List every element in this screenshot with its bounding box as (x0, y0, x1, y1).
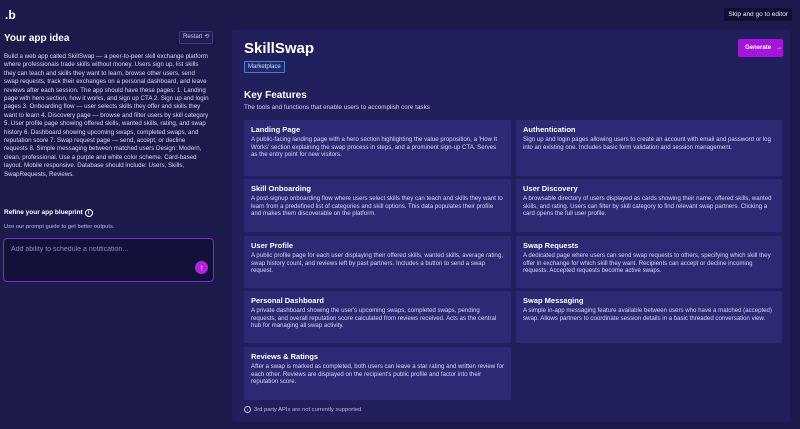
top-bar: .b Skip and go to editor (0, 0, 800, 30)
app-idea-panel: Your app idea Restart ⟲ Build a web app c… (0, 30, 220, 429)
category-badge: Marketplace (244, 61, 285, 73)
feature-title: Reviews & Ratings (251, 352, 319, 361)
feature-card: Skill Onboarding A post-signup onboardin… (244, 179, 511, 232)
feature-card: Reviews & Ratings After a swap is marked… (244, 347, 511, 400)
feature-card: Swap Requests A dedicated page where use… (516, 236, 782, 288)
info-icon: i (244, 406, 251, 413)
feature-card: User Profile A public profile page for e… (244, 236, 511, 288)
feature-title: Swap Messaging (523, 296, 584, 305)
feature-title: Skill Onboarding (251, 184, 312, 193)
feature-card: User Discovery A browsable directory of … (516, 179, 782, 232)
arrow-right-icon: → (776, 45, 783, 51)
info-icon: i (84, 209, 93, 217)
app-idea-title: Your app idea (4, 33, 70, 44)
app-idea-prompt: Build a web app called SkillSwap — a pee… (4, 53, 209, 178)
feature-description: After a swap is marked as completed, bot… (251, 363, 505, 386)
refine-input-box: ↑ (3, 238, 214, 282)
feature-card: Personal Dashboard A private dashboard s… (244, 291, 511, 343)
refine-input[interactable] (9, 245, 193, 254)
feature-title: Landing Page (251, 125, 301, 134)
footnote-text: 3rd party APIs are not currently support… (254, 407, 362, 413)
key-features-subtitle: The tools and functions that enable user… (244, 104, 430, 111)
feature-title: Authentication (523, 125, 576, 134)
feature-description: A simple in-app messaging feature availa… (523, 307, 772, 322)
refine-blueprint-label: Refine your app blueprint i (4, 209, 93, 217)
prompt-guide-hint: Use our prompt guide to get better outpu… (4, 224, 115, 230)
send-button[interactable]: ↑ (195, 261, 208, 274)
feature-description: A public-facing landing page with a hero… (251, 136, 498, 159)
feature-card: Authentication Sign up and login pages a… (516, 120, 782, 176)
feature-title: User Discovery (523, 184, 578, 193)
app-logo: .b (5, 8, 16, 22)
feature-description: A browsable directory of users displayed… (523, 195, 772, 218)
key-features-title: Key Features (244, 90, 307, 101)
refine-label-text: Refine your app blueprint (4, 209, 83, 216)
restart-label: Restart (183, 34, 203, 40)
restart-icon: ⟲ (204, 34, 210, 40)
generate-label: Generate (745, 45, 772, 51)
feature-description: A private dashboard showing the user's u… (251, 307, 497, 330)
blueprint-panel: SkillSwap Marketplace Generate → Key Feat… (232, 30, 790, 422)
restart-button[interactable]: Restart ⟲ (179, 31, 214, 44)
arrow-up-icon: ↑ (199, 263, 204, 272)
generate-button[interactable]: Generate → (738, 39, 783, 57)
feature-card: Swap Messaging A simple in-app messaging… (516, 291, 782, 343)
skip-to-editor-button[interactable]: Skip and go to editor (724, 8, 792, 21)
feature-title: Personal Dashboard (251, 296, 324, 305)
feature-title: User Profile (251, 241, 294, 250)
feature-description: Sign up and login pages allowing users t… (523, 136, 771, 151)
feature-card: Landing Page A public-facing landing pag… (244, 120, 511, 176)
api-footnote: i 3rd party APIs are not currently suppor… (244, 406, 361, 413)
feature-description: A dedicated page where users can send sw… (523, 252, 771, 275)
feature-description: A post-signup onboarding flow where user… (251, 195, 503, 218)
feature-title: Swap Requests (523, 241, 579, 250)
app-name: SkillSwap (244, 40, 315, 57)
feature-description: A public profile page for each user disp… (251, 252, 503, 275)
